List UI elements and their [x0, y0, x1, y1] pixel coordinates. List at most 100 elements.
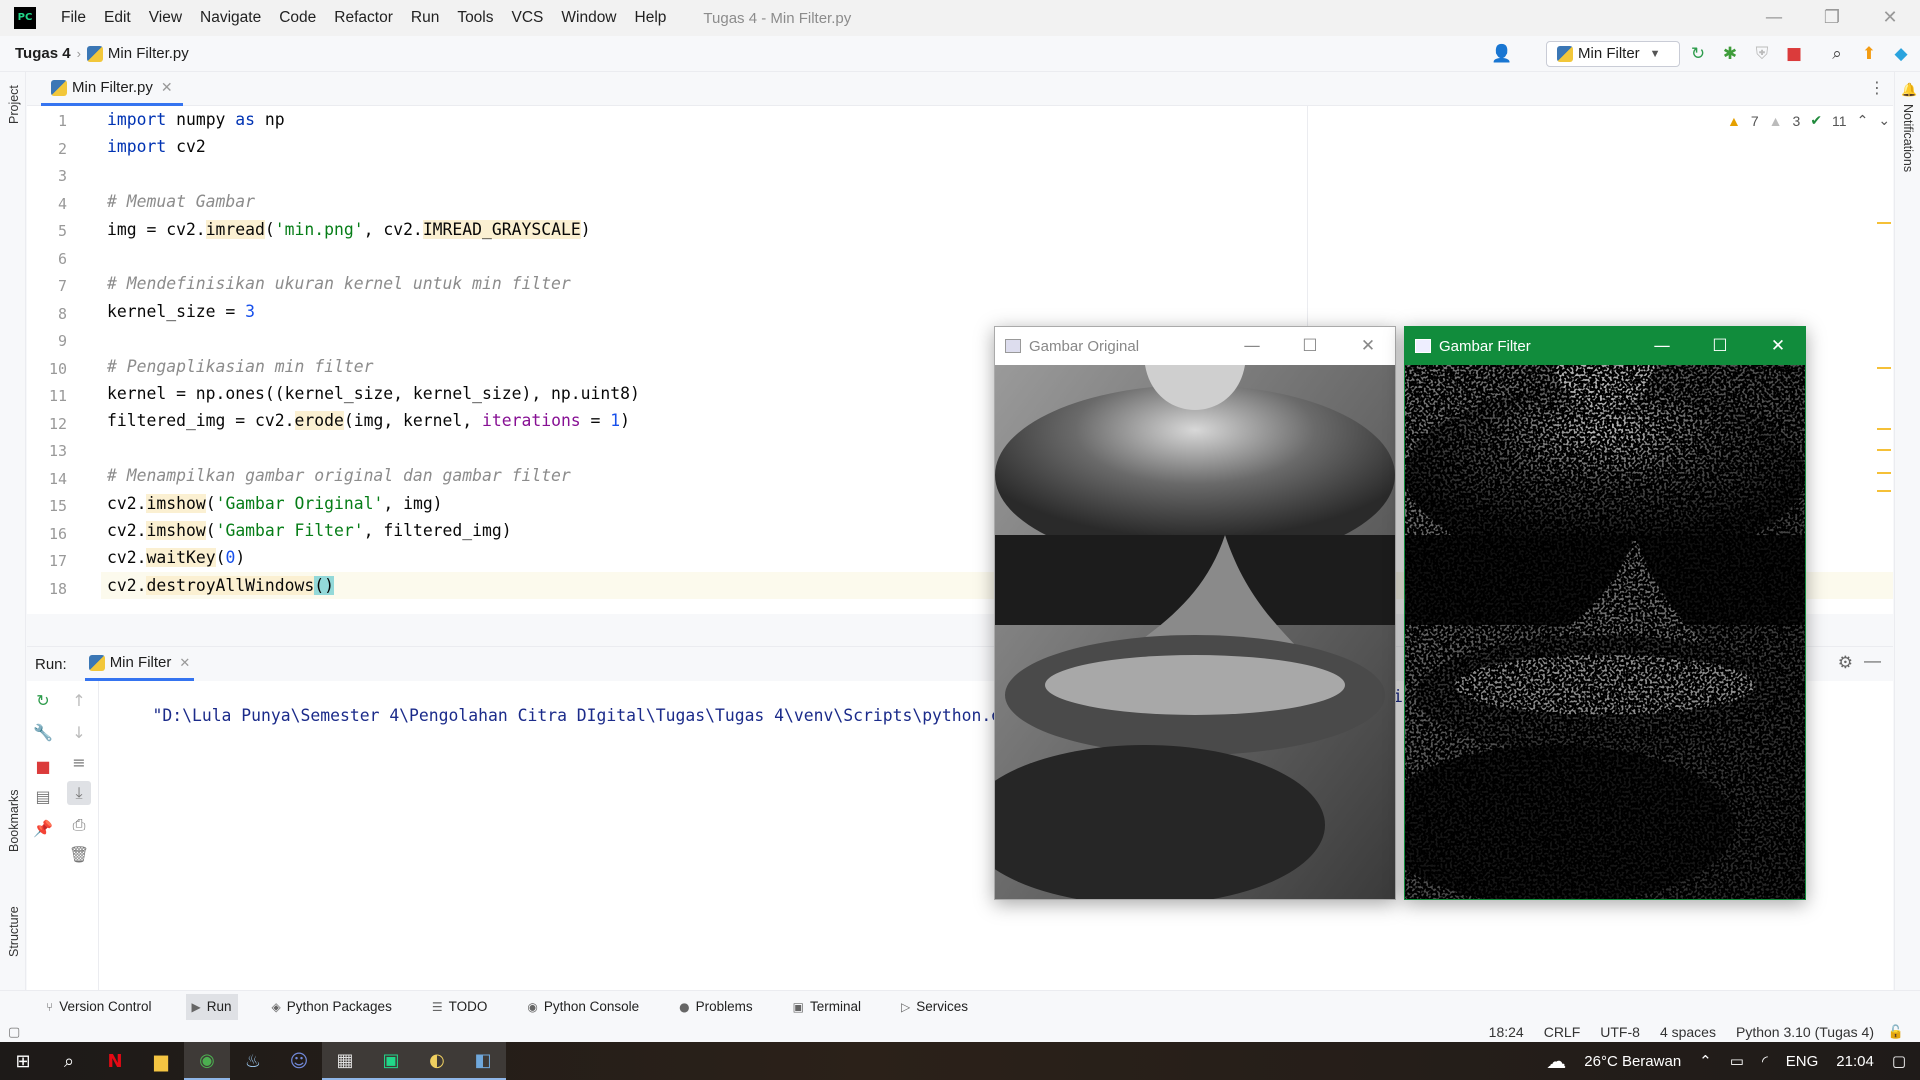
file-explorer-icon[interactable]: ▆ — [138, 1042, 184, 1080]
close-tab-icon[interactable]: ✕ — [179, 655, 190, 671]
wifi-icon[interactable]: ◜ — [1762, 1052, 1768, 1070]
soft-wrap-icon[interactable]: ≡ — [67, 751, 91, 775]
notifications-tool-button[interactable]: Notifications — [1901, 104, 1915, 172]
wrench-icon[interactable]: 🔧 — [31, 721, 55, 745]
start-icon[interactable]: ⊞ — [0, 1042, 46, 1080]
minimize-panel-icon[interactable]: — — [1864, 651, 1881, 671]
rerun-icon[interactable]: ↻ — [31, 689, 55, 713]
line-separator[interactable]: CRLF — [1544, 1024, 1581, 1040]
chevron-down-icon[interactable]: ⌄ — [1878, 112, 1890, 129]
file-encoding[interactable]: UTF-8 — [1600, 1024, 1640, 1040]
notification-center-icon[interactable]: ▢ — [1892, 1052, 1906, 1070]
console-output[interactable]: "D:\Lula Punya\Semester 4\Pengolahan Cit… — [113, 687, 1030, 744]
run-button[interactable]: ▶ Run — [185, 993, 238, 1020]
python-icon[interactable]: ◐ — [414, 1042, 460, 1080]
netflix-icon[interactable]: N — [92, 1042, 138, 1080]
close-button[interactable]: ✕ — [1861, 0, 1919, 36]
menu-run[interactable]: Run — [402, 0, 448, 36]
language-indicator[interactable]: ENG — [1786, 1053, 1819, 1070]
search-icon[interactable]: ⌕ — [1825, 42, 1849, 66]
run-configuration-select[interactable]: Min Filter ▼ — [1546, 41, 1680, 67]
error-stripe-mark[interactable] — [1877, 490, 1891, 492]
steam-icon[interactable]: ♨ — [230, 1042, 276, 1080]
todo-button[interactable]: ☰ TODO — [426, 994, 494, 1020]
chevron-up-icon[interactable]: ⌃ — [1699, 1052, 1712, 1070]
up-arrow-icon[interactable]: ↑ — [67, 689, 91, 713]
battery-icon[interactable]: ▭ — [1730, 1052, 1744, 1070]
tab-min-filter[interactable]: Min Filter.py ✕ — [41, 72, 183, 106]
python-interpreter[interactable]: Python 3.10 (Tugas 4) — [1736, 1024, 1874, 1040]
weather-text[interactable]: 26°C Berawan — [1584, 1053, 1681, 1070]
python-console-button[interactable]: ◉ Python Console — [521, 994, 645, 1020]
menu-vcs[interactable]: VCS — [503, 0, 553, 36]
caret-position[interactable]: 18:24 — [1489, 1024, 1524, 1040]
inspection-widget[interactable]: ▲ 7 ▲ 3 ✔ 11 ⌃ ⌄ — [1727, 112, 1890, 129]
user-icon[interactable]: 👤 — [1490, 42, 1514, 66]
maximize-button[interactable]: ☐ — [1281, 327, 1339, 365]
run-tab-min-filter[interactable]: Min Filter ✕ — [84, 647, 195, 681]
error-stripe-mark[interactable] — [1877, 367, 1891, 369]
menu-view[interactable]: View — [140, 0, 191, 36]
update-icon[interactable]: ⬆ — [1857, 42, 1881, 66]
problems-button[interactable]: ● Problems — [673, 994, 759, 1020]
lock-icon[interactable]: 🔓 — [1888, 1024, 1904, 1040]
trash-icon[interactable]: 🗑 — [67, 843, 91, 867]
pin-icon[interactable]: 📌 — [31, 817, 55, 841]
error-stripe-mark[interactable] — [1877, 472, 1891, 474]
calculator-icon[interactable]: ▦ — [322, 1042, 368, 1080]
error-stripe-mark[interactable] — [1877, 222, 1891, 224]
menu-code[interactable]: Code — [270, 0, 325, 36]
indent-setting[interactable]: 4 spaces — [1660, 1024, 1716, 1040]
minimize-button[interactable]: — — [1223, 327, 1281, 365]
menu-tools[interactable]: Tools — [448, 0, 502, 36]
terminal-button[interactable]: ▣ Terminal — [787, 994, 867, 1020]
window-titlebar[interactable]: Gambar Original — ☐ ✕ — [995, 327, 1395, 365]
version-control-button[interactable]: ⑂ Version Control — [40, 994, 158, 1020]
python-packages-button[interactable]: ◈ Python Packages — [266, 994, 398, 1020]
maximize-button[interactable]: ❐ — [1803, 0, 1861, 36]
menu-window[interactable]: Window — [552, 0, 625, 36]
scroll-to-end-icon[interactable]: ⤓ — [67, 781, 91, 805]
structure-tool-button[interactable]: Structure — [7, 906, 21, 957]
maximize-button[interactable]: ☐ — [1691, 327, 1749, 365]
bookmarks-tool-button[interactable]: Bookmarks — [7, 789, 21, 852]
stop-icon[interactable]: ■ — [1782, 42, 1806, 66]
more-vertical-icon[interactable]: ⋮ — [1869, 78, 1885, 98]
layout-toggle-icon[interactable]: ▢ — [8, 1024, 20, 1040]
breadcrumb-file[interactable]: Min Filter.py — [86, 45, 189, 62]
window-gambar-original[interactable]: Gambar Original — ☐ ✕ — [994, 326, 1396, 900]
layout-icon[interactable]: ▤ — [31, 785, 55, 809]
stop-icon[interactable]: ■ — [31, 755, 55, 779]
pycharm-icon[interactable]: ▣ — [368, 1042, 414, 1080]
clock[interactable]: 21:04 — [1836, 1053, 1874, 1070]
chevron-up-icon[interactable]: ⌃ — [1857, 112, 1869, 129]
menu-edit[interactable]: Edit — [95, 0, 140, 36]
menu-refactor[interactable]: Refactor — [325, 0, 402, 36]
menu-navigate[interactable]: Navigate — [191, 0, 270, 36]
project-tool-button[interactable]: Project — [7, 85, 21, 124]
print-icon[interactable]: ⎙ — [67, 813, 91, 837]
close-button[interactable]: ✕ — [1749, 327, 1807, 365]
plugin-icon[interactable]: ◆ — [1889, 42, 1913, 66]
error-stripe-mark[interactable] — [1877, 428, 1891, 430]
chrome-icon[interactable]: ◉ — [184, 1042, 230, 1080]
minimize-button[interactable]: — — [1633, 327, 1691, 365]
close-tab-icon[interactable]: ✕ — [161, 79, 173, 96]
error-stripe-mark[interactable] — [1877, 449, 1891, 451]
menu-help[interactable]: Help — [626, 0, 676, 36]
rerun-icon[interactable]: ↻ — [1686, 42, 1710, 66]
coverage-icon[interactable]: ⛨ — [1750, 42, 1774, 66]
minimize-button[interactable]: — — [1745, 0, 1803, 36]
window-gambar-filter[interactable]: Gambar Filter — ☐ ✕ — [1404, 326, 1806, 900]
opencv-window-icon[interactable]: ◧ — [460, 1042, 506, 1080]
down-arrow-icon[interactable]: ↓ — [67, 721, 91, 745]
services-button[interactable]: ▷ Services — [895, 994, 974, 1020]
search-icon[interactable]: ⌕ — [46, 1042, 92, 1080]
window-titlebar[interactable]: Gambar Filter — ☐ ✕ — [1405, 327, 1805, 365]
menu-file[interactable]: File — [52, 0, 95, 36]
debug-icon[interactable]: ✱ — [1718, 42, 1742, 66]
discord-icon[interactable]: ☺ — [276, 1042, 322, 1080]
breadcrumb-project[interactable]: Tugas 4 — [15, 45, 71, 62]
close-button[interactable]: ✕ — [1339, 327, 1397, 365]
gear-icon[interactable]: ⚙ — [1838, 653, 1853, 673]
